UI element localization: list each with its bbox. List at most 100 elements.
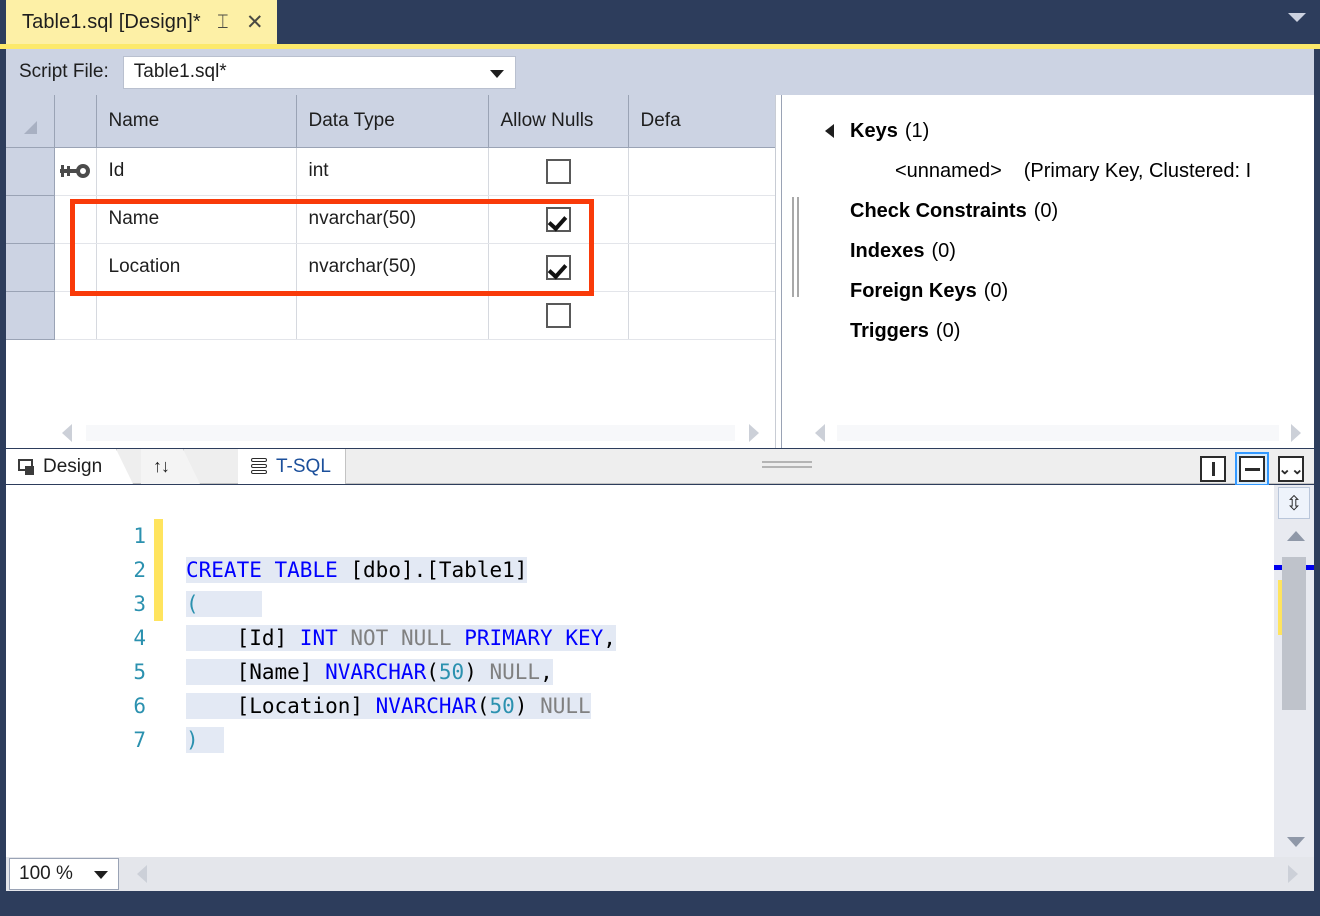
code-line: 5 [Location] NVARCHAR(50) NULL: [42, 621, 1268, 655]
table-row[interactable]: Name nvarchar(50): [6, 195, 775, 243]
view-tab-strip: Design ↑↓ T-SQL: [6, 449, 1314, 484]
row-selector[interactable]: [6, 243, 54, 291]
prop-group-keys[interactable]: Keys (1): [782, 111, 1314, 151]
allow-nulls-checkbox[interactable]: [546, 207, 571, 232]
header-default[interactable]: Defa: [628, 95, 775, 147]
scroll-left-icon[interactable]: [62, 424, 72, 442]
cell-data-type[interactable]: int: [296, 147, 488, 195]
chevron-down-icon: [94, 871, 108, 879]
primary-key-icon: [60, 164, 90, 178]
split-horizontal-icon: [1239, 456, 1265, 482]
line-text: ): [186, 723, 224, 757]
scroll-left-icon[interactable]: [137, 865, 147, 883]
scroll-right-icon[interactable]: [749, 424, 759, 442]
cell-column-name[interactable]: [96, 291, 296, 339]
cell-allow-nulls[interactable]: [488, 243, 628, 291]
properties-horizontal-scrollbar[interactable]: [782, 418, 1314, 448]
columns-grid-pane: Name Data Type Allow Nulls Defa: [6, 95, 775, 448]
editor-horizontal-scroll-track[interactable]: [161, 864, 1274, 884]
tab-design[interactable]: Design: [6, 449, 117, 484]
table-row[interactable]: Location nvarchar(50): [6, 243, 775, 291]
table-row[interactable]: [6, 291, 775, 339]
code-line: 7: [42, 689, 1268, 723]
scroll-up-icon[interactable]: [1287, 531, 1305, 541]
split-view-buttons: ⌄⌄: [1196, 452, 1308, 486]
scrollbar-thumb[interactable]: [1282, 557, 1306, 710]
visual-studio-table-designer: Table1.sql [Design]* ⌶ ✕ Script File: Ta…: [0, 0, 1320, 916]
table-row[interactable]: Id int: [6, 147, 775, 195]
editor-gutter: [6, 485, 42, 857]
header-name[interactable]: Name: [96, 95, 296, 147]
grid-horizontal-scrollbar[interactable]: [6, 418, 775, 448]
pin-icon[interactable]: ⌶: [213, 10, 233, 34]
prop-group-foreign-keys[interactable]: Foreign Keys (0): [782, 271, 1314, 311]
scroll-left-icon[interactable]: [815, 424, 825, 442]
grid-scroll-track[interactable]: [86, 425, 735, 441]
chevron-down-icon[interactable]: [1288, 13, 1306, 22]
design-view-icon: [18, 459, 36, 475]
table-objects-pane: Keys (1) <unnamed> (Primary Key, Cluster…: [781, 95, 1314, 448]
sort-updown-icon: ↑↓: [153, 456, 169, 477]
header-row: Name Data Type Allow Nulls Defa: [6, 95, 775, 147]
cell-allow-nulls[interactable]: [488, 147, 628, 195]
tsql-code-editor[interactable]: 1 CREATE TABLE [dbo].[Table1] 2 ( 3 [Id]…: [6, 485, 1314, 857]
scroll-right-icon[interactable]: [1291, 424, 1301, 442]
prop-item-name: <unnamed>: [895, 160, 1002, 183]
code-line: 3 [Id] INT NOT NULL PRIMARY KEY,: [42, 553, 1268, 587]
script-file-combo[interactable]: Table1.sql*: [123, 56, 516, 89]
prop-group-indexes[interactable]: Indexes (0): [782, 231, 1314, 271]
split-editor-icon[interactable]: ⇳: [1278, 487, 1310, 519]
table-objects-list: Keys (1) <unnamed> (Primary Key, Cluster…: [782, 111, 1314, 351]
cell-column-name[interactable]: Name: [96, 195, 296, 243]
tab-sort-toggle[interactable]: ↑↓: [141, 449, 184, 484]
allow-nulls-checkbox[interactable]: [546, 255, 571, 280]
prop-group-triggers[interactable]: Triggers (0): [782, 311, 1314, 351]
close-icon[interactable]: ✕: [245, 10, 265, 34]
zoom-level-value: 100 %: [19, 863, 73, 885]
cell-data-type[interactable]: nvarchar(50): [296, 243, 488, 291]
select-all-corner[interactable]: [6, 95, 54, 147]
tab-design-label: Design: [43, 456, 102, 478]
scroll-down-icon[interactable]: [1287, 837, 1305, 847]
prop-group-count: (0): [936, 320, 960, 343]
script-file-value: Table1.sql*: [134, 61, 227, 83]
cell-allow-nulls[interactable]: [488, 291, 628, 339]
row-key-indicator: [54, 291, 96, 339]
cell-data-type[interactable]: [296, 291, 488, 339]
header-allow-nulls[interactable]: Allow Nulls: [488, 95, 628, 147]
cell-default[interactable]: [628, 243, 775, 291]
cell-allow-nulls[interactable]: [488, 195, 628, 243]
row-selector[interactable]: [6, 195, 54, 243]
corner-triangle-icon: [24, 121, 37, 134]
properties-scroll-track[interactable]: [837, 425, 1279, 441]
chevron-down-icon: [490, 70, 504, 78]
split-horizontal-button[interactable]: [1235, 452, 1269, 486]
window-titlebar: Table1.sql [Design]* ⌶ ✕: [0, 0, 1320, 44]
code-line: 4 [Name] NVARCHAR(50) NULL,: [42, 587, 1268, 621]
prop-group-check-constraints[interactable]: Check Constraints (0): [782, 191, 1314, 231]
code-line: 2 (: [42, 519, 1268, 553]
scroll-right-icon[interactable]: [1288, 865, 1298, 883]
document-tab-table1[interactable]: Table1.sql [Design]* ⌶ ✕: [6, 0, 277, 44]
cell-default[interactable]: [628, 147, 775, 195]
editor-vertical-scrollbar[interactable]: ⇳: [1274, 485, 1314, 857]
split-vertical-button[interactable]: [1196, 452, 1230, 486]
editor-splitter-grip[interactable]: [762, 461, 812, 469]
collapse-pane-button[interactable]: ⌄⌄: [1274, 452, 1308, 486]
row-selector[interactable]: [6, 291, 54, 339]
allow-nulls-checkbox[interactable]: [546, 303, 571, 328]
cell-data-type[interactable]: nvarchar(50): [296, 195, 488, 243]
code-line: 1 CREATE TABLE [dbo].[Table1]: [42, 485, 1268, 519]
row-selector[interactable]: [6, 147, 54, 195]
cell-default[interactable]: [628, 291, 775, 339]
allow-nulls-checkbox[interactable]: [546, 159, 571, 184]
expander-triangle-icon[interactable]: [825, 124, 834, 138]
cell-column-name[interactable]: Id: [96, 147, 296, 195]
cell-column-name[interactable]: Location: [96, 243, 296, 291]
header-data-type[interactable]: Data Type: [296, 95, 488, 147]
tab-tsql[interactable]: T-SQL: [238, 449, 346, 484]
editor-code-area[interactable]: 1 CREATE TABLE [dbo].[Table1] 2 ( 3 [Id]…: [42, 485, 1268, 857]
prop-item-primary-key[interactable]: <unnamed> (Primary Key, Clustered: I: [782, 151, 1314, 191]
zoom-level-combo[interactable]: 100 %: [9, 858, 119, 890]
cell-default[interactable]: [628, 195, 775, 243]
